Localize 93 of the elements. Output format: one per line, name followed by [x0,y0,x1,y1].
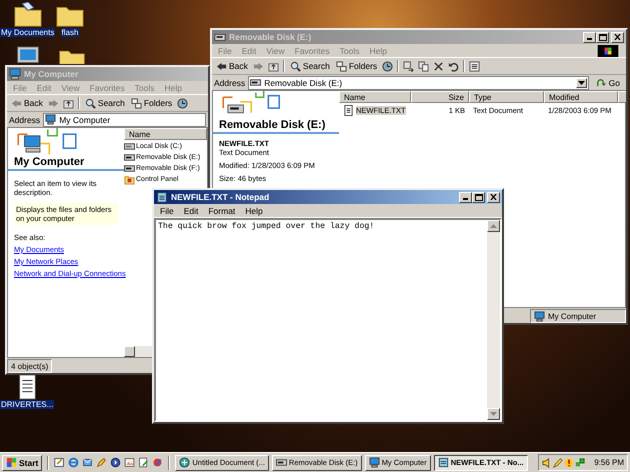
left-arrow-icon [11,98,22,108]
menu-item[interactable]: Format [208,206,236,216]
views-icon[interactable] [469,60,480,72]
window-title: My Computer [24,69,80,79]
maximize-icon [474,194,482,200]
folder-icon[interactable] [14,2,42,28]
notepad-icon [438,457,449,468]
drive-icon [124,162,135,174]
computer-icon [45,114,56,125]
drive-icon [276,457,287,468]
column-header[interactable]: Name [339,91,411,103]
folders-button[interactable]: Folders [334,60,378,72]
minimize-icon [587,38,592,40]
minimize-button[interactable] [459,192,472,202]
column-header[interactable]: Name [124,128,207,140]
folders-icon [336,60,347,72]
desktop-icon-label[interactable]: My Documents [0,28,56,37]
computer-icon [9,68,21,80]
scrollbar[interactable] [487,220,500,420]
go-arrow-icon [596,77,607,88]
minimize-icon [463,198,468,200]
flag-icon [6,457,17,468]
pane-heading: Removable Disk (E:) [213,119,339,134]
copy-icon[interactable] [418,60,430,72]
start-button[interactable]: Start [2,454,42,470]
maximize-icon [598,34,606,40]
down-arrow-icon [490,412,497,416]
search-icon [290,60,301,72]
computer-icon [368,457,380,468]
close-button[interactable] [611,32,624,42]
clock: 9:56 PM [594,458,624,467]
warning-icon[interactable] [564,458,574,468]
image-icon[interactable] [124,457,136,468]
computer-icon [534,310,545,322]
back-button[interactable]: Back [10,98,44,108]
menu-item[interactable]: Edit [184,206,198,216]
text-area[interactable]: The quick brow fox jumped over the lazy dog! [154,218,502,422]
media-player-icon[interactable] [110,457,122,468]
up-arrow-icon [490,224,497,228]
desktop-icon-label[interactable]: flash [60,28,80,37]
close-icon [614,34,621,40]
window-title: NEWFILE.TXT - Notepad [171,192,270,202]
swirl-icon[interactable] [152,457,164,468]
go-button[interactable]: Go [592,77,624,88]
drive-icon [124,152,135,162]
back-button[interactable]: Back [215,60,249,72]
search-button[interactable]: Search [288,60,331,72]
maximize-button[interactable] [596,32,609,42]
menu-item[interactable]: File [160,206,174,216]
column-header[interactable]: Modified [544,91,618,103]
address-label: Address [9,114,40,124]
left-arrow-icon [216,60,227,72]
column-header[interactable]: Size [411,91,469,103]
menu-item[interactable]: Help [245,206,263,216]
text-file-icon [343,105,354,116]
window-title: Removable Disk (E:) [229,32,312,42]
mail-icon[interactable] [82,457,94,468]
maximize-button[interactable] [472,192,485,202]
move-icon[interactable] [403,60,414,72]
drive-icon [214,31,226,43]
minimize-button[interactable] [583,32,596,42]
scroll-left-button[interactable] [124,346,135,357]
folders-icon [130,98,142,108]
column-header[interactable]: Type [469,91,544,103]
up-folder-icon[interactable] [62,98,74,108]
network-icon[interactable] [575,458,586,468]
status-location: My Computer [530,309,626,323]
address-field[interactable]: My Computer [43,112,206,126]
delete-icon[interactable] [433,60,444,72]
pencil-icon[interactable] [553,458,564,468]
address-field[interactable]: Removable Disk (E:) [248,76,589,90]
pencil-icon[interactable] [96,457,108,468]
flag-icon [596,44,620,56]
status-text: 4 object(s) [7,359,52,373]
folder-icon [124,174,135,184]
dropdown-button[interactable] [576,78,587,88]
document-edit-icon[interactable] [138,457,150,468]
computer-icon[interactable] [14,46,42,64]
pane-heading: My Computer [8,156,124,171]
search-icon [84,98,96,108]
notepad-icon [156,191,168,203]
drive-icon [250,77,262,88]
close-icon [490,194,497,200]
drive-icon [124,140,135,152]
caret-icon [578,80,585,84]
undo-icon[interactable] [448,60,460,72]
web-page-icon [179,457,190,468]
search-button[interactable]: Search [84,98,126,108]
folders-button[interactable]: Folders [130,98,174,108]
up-folder-icon[interactable] [268,60,279,72]
close-button[interactable] [487,192,500,202]
desktop-icon-label[interactable]: DRIVERTES... [0,400,54,409]
address-label: Address [214,78,246,88]
